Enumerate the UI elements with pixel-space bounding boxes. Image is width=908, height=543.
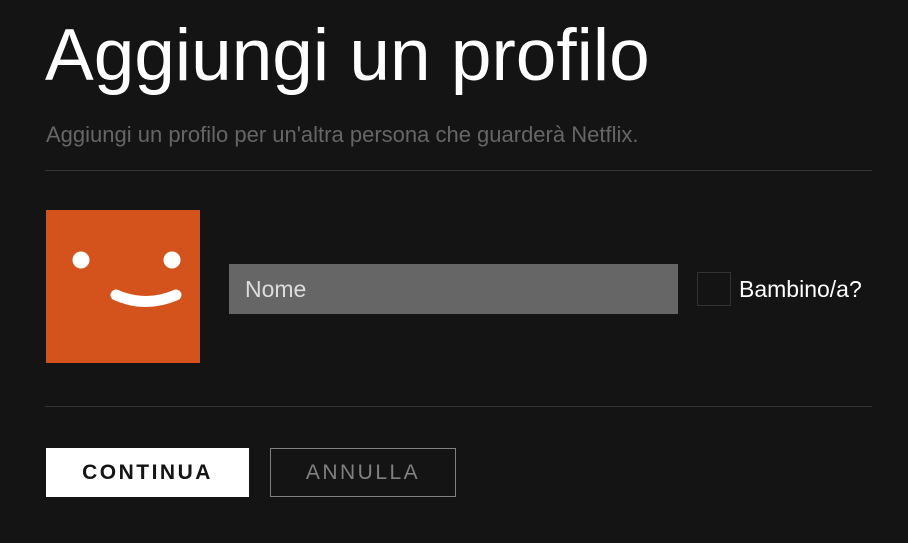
divider-top [45,170,872,171]
kid-checkbox[interactable] [697,272,731,306]
divider-bottom [45,406,872,407]
page-title: Aggiungi un profilo [45,15,650,96]
profile-name-input[interactable] [229,264,678,314]
continue-button[interactable]: CONTINUA [46,448,249,497]
add-profile-page: Aggiungi un profilo Aggiungi un profilo … [0,0,908,543]
cancel-button[interactable]: ANNULLA [270,448,456,497]
page-subtitle: Aggiungi un profilo per un'altra persona… [46,122,639,147]
smiley-face-icon [72,251,182,307]
kid-checkbox-label[interactable]: Bambino/a? [739,275,862,303]
profile-avatar[interactable] [46,210,200,363]
